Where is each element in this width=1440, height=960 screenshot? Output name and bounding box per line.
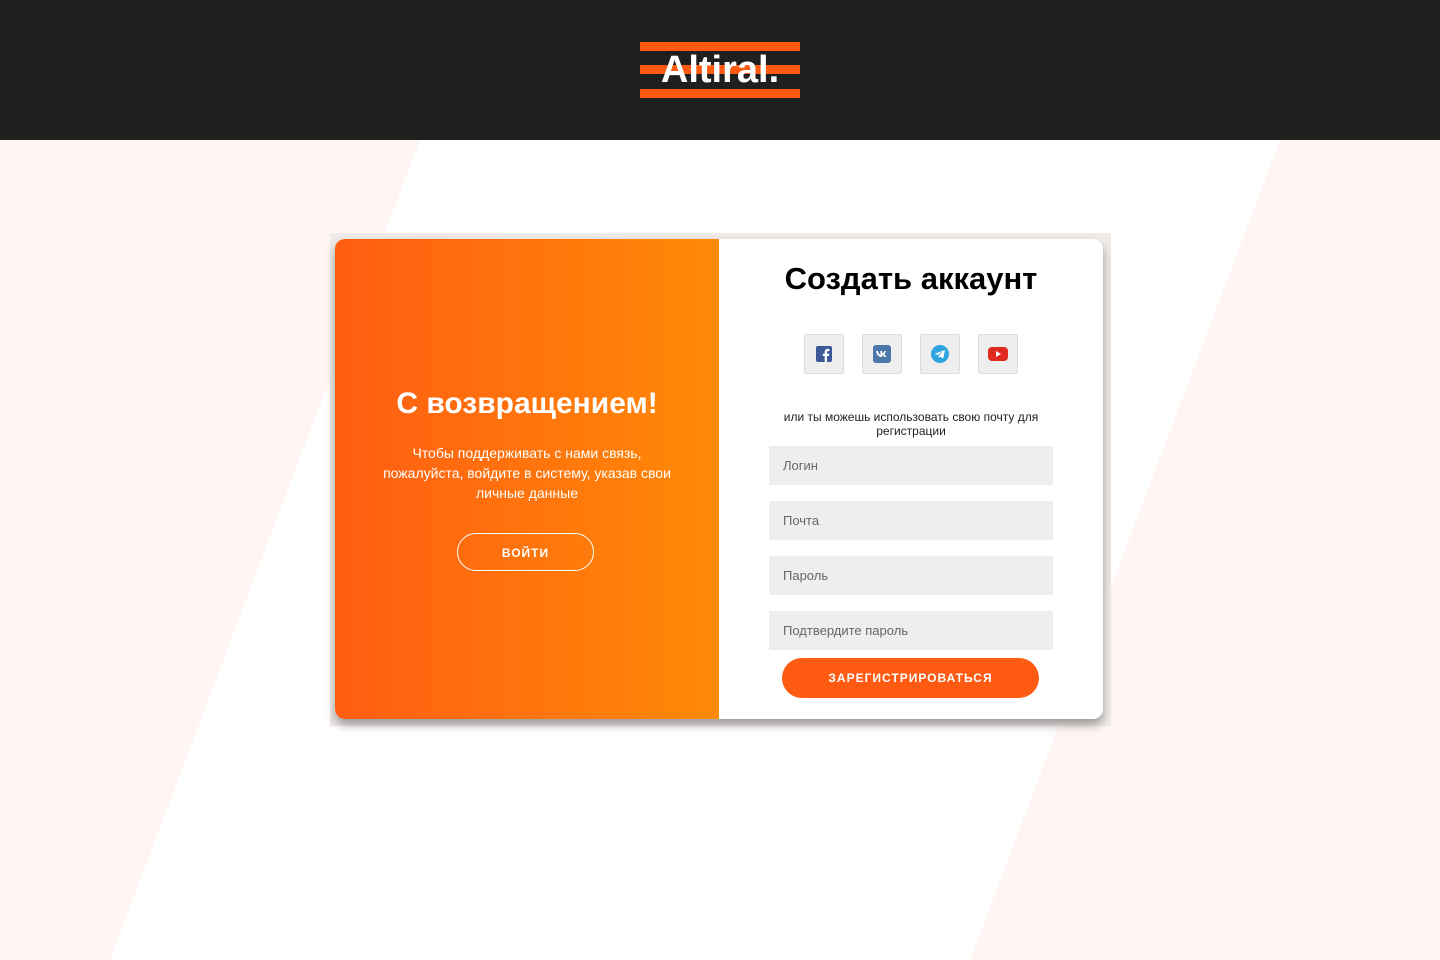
logo-text: Altiral. (660, 49, 780, 91)
welcome-panel: С возвращением! Чтобы поддерживать с нам… (335, 239, 719, 719)
email-input[interactable] (769, 501, 1053, 540)
register-title: Создать аккаунт (784, 261, 1038, 296)
telegram-icon (931, 345, 949, 363)
social-buttons (804, 334, 1020, 374)
youtube-button[interactable] (978, 334, 1018, 374)
vk-button[interactable] (862, 334, 902, 374)
login-button[interactable]: ВОЙТИ (457, 533, 594, 571)
login-input[interactable] (769, 446, 1053, 485)
register-panel: Создать аккаунт или ты можешь использова… (719, 239, 1103, 719)
telegram-button[interactable] (920, 334, 960, 374)
site-logo[interactable]: Altiral. (640, 42, 800, 98)
facebook-icon (816, 346, 832, 362)
vk-icon (873, 345, 891, 363)
site-header: Altiral. (0, 0, 1440, 140)
youtube-icon (988, 347, 1008, 361)
email-hint: или ты можешь использовать свою почту дл… (783, 410, 1039, 438)
welcome-text: Чтобы поддерживать с нами связь, пожалуй… (383, 445, 671, 501)
welcome-title: С возвращением! (396, 387, 658, 420)
register-button[interactable]: ЗАРЕГИСТРИРОВАТЬСЯ (782, 658, 1039, 698)
confirm-password-input[interactable] (769, 611, 1053, 650)
facebook-button[interactable] (804, 334, 844, 374)
password-input[interactable] (769, 556, 1053, 595)
auth-card: С возвращением! Чтобы поддерживать с нам… (335, 239, 1103, 719)
